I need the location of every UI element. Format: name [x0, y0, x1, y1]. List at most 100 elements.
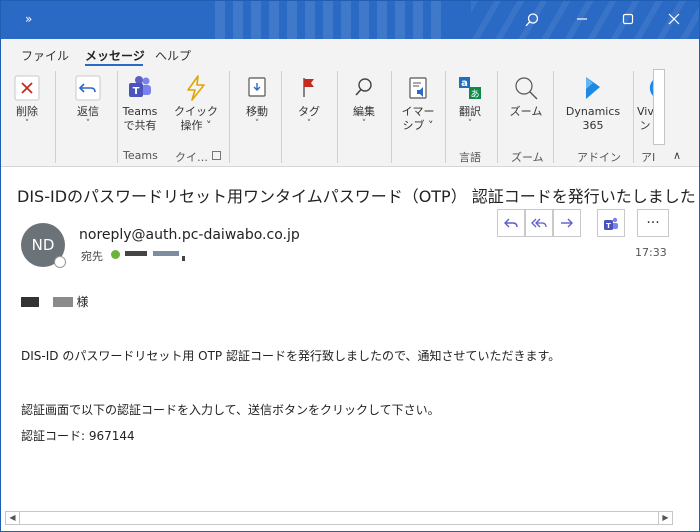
reply-label: 返信: [77, 105, 99, 118]
teams-icon: T: [604, 217, 618, 230]
sender-email[interactable]: noreply@auth.pc-daiwabo.co.jp: [79, 227, 300, 243]
immersive-reader-icon: [405, 75, 431, 101]
teams-share-label-1: Teams: [122, 105, 158, 118]
ribbon-separator: [55, 71, 56, 163]
chevron-down-icon: ˅: [85, 119, 91, 129]
ribbon-tab-bar: ファイル メッセージ ヘルプ: [1, 39, 699, 67]
viva-insights-button[interactable]: Viv ン: [637, 75, 653, 133]
recipient-name-redacted: [21, 297, 39, 307]
ribbon-separator: [229, 71, 230, 163]
tags-button[interactable]: タグ ˅: [291, 75, 327, 129]
svg-text:T: T: [133, 86, 140, 97]
close-icon[interactable]: [651, 1, 697, 39]
ribbon-separator: [497, 71, 498, 163]
dialog-launcher-icon[interactable]: [212, 151, 221, 160]
editing-button[interactable]: 編集 ˅: [341, 75, 387, 129]
forward-action-button[interactable]: [553, 209, 581, 237]
outlook-message-window: » ファイル メッセージ ヘルプ 削除 ˅ 返信 ˅ T Teams で共有 ク…: [0, 0, 700, 532]
group-label-cut: アI: [641, 151, 656, 164]
avatar-initials: ND: [31, 236, 55, 254]
ribbon-separator: [281, 71, 282, 163]
delete-label: 削除: [16, 105, 38, 118]
immersive-label-1: イマー: [401, 105, 435, 118]
teams-share-label-2: で共有: [123, 119, 157, 132]
teams-action-button[interactable]: T: [597, 209, 625, 237]
tab-file[interactable]: ファイル: [21, 47, 69, 64]
minimize-icon[interactable]: [559, 1, 605, 39]
to-label: 宛先: [81, 250, 103, 263]
viva-label-1: Viv: [637, 105, 653, 118]
reply-button[interactable]: 返信 ˅: [63, 75, 113, 129]
share-to-teams-button[interactable]: T Teams で共有: [117, 75, 163, 133]
dynamics-label-1: Dynamics: [565, 105, 621, 118]
reply-icon: [504, 218, 518, 228]
flag-icon: [296, 75, 322, 101]
group-label-quick-steps: クイ…: [175, 151, 208, 164]
recipient-name-redacted: [52, 297, 73, 307]
scroll-right-icon[interactable]: ▶: [658, 512, 672, 524]
received-time: 17:33: [635, 246, 667, 259]
title-bar-pattern: [215, 1, 445, 39]
maximize-icon[interactable]: [605, 1, 651, 39]
viva-label-2: ン: [639, 119, 651, 132]
greeting-line: 様: [21, 293, 89, 310]
teams-icon: T: [127, 75, 153, 101]
dynamics-365-button[interactable]: Dynamics 365: [557, 75, 629, 133]
ribbon-separator: [633, 71, 634, 163]
chevron-down-icon: ˅: [254, 119, 260, 129]
group-label-teams: Teams: [123, 149, 158, 162]
svg-text:T: T: [606, 222, 611, 230]
move-label: 移動: [246, 105, 268, 118]
recipient-redacted: [125, 251, 147, 256]
ribbon-separator: [337, 71, 338, 163]
more-actions-button[interactable]: ···: [637, 209, 669, 237]
horizontal-scrollbar[interactable]: ◀ ▶: [5, 511, 673, 525]
ribbon: 削除 ˅ 返信 ˅ T Teams で共有 クイック 操作 ˅ Teams クイ…: [1, 67, 699, 167]
search-icon[interactable]: [509, 1, 555, 39]
immersive-reader-button[interactable]: イマー シブ ˅: [395, 75, 441, 133]
quick-steps-button[interactable]: クイック 操作 ˅: [171, 75, 221, 133]
chevron-down-icon: ˅: [467, 119, 473, 129]
ribbon-scroll-right[interactable]: [653, 69, 665, 145]
tags-label: タグ: [298, 105, 320, 118]
svg-text:a: a: [461, 78, 468, 89]
reply-icon: [75, 75, 101, 101]
ribbon-separator: [445, 71, 446, 163]
translate-button[interactable]: aあ 翻訳 ˅: [449, 75, 491, 129]
search-icon: [351, 75, 377, 101]
title-bar: »: [1, 1, 699, 39]
avatar: ND: [21, 223, 66, 268]
tab-help[interactable]: ヘルプ: [155, 47, 191, 64]
reply-all-icon: [531, 218, 547, 228]
ribbon-separator: [391, 71, 392, 163]
move-folder-icon: [244, 75, 270, 101]
delete-button[interactable]: 削除 ˅: [11, 75, 43, 129]
chevron-down-icon: ˅: [361, 119, 367, 129]
collapse-ribbon-icon[interactable]: ∧: [673, 149, 681, 162]
dynamics-label-2: 365: [582, 119, 604, 132]
verification-code-line: 認証コード: 967144: [21, 429, 135, 443]
tab-message[interactable]: メッセージ: [85, 47, 145, 64]
recipient-redacted: [182, 256, 185, 261]
quick-access-expand-icon[interactable]: »: [25, 12, 32, 26]
quick-steps-label-2: 操作 ˅: [180, 119, 212, 132]
zoom-button[interactable]: ズーム: [503, 75, 549, 119]
chevron-down-icon: ˅: [306, 119, 312, 129]
translate-icon: aあ: [457, 75, 483, 101]
editing-label: 編集: [353, 105, 375, 118]
recipient-redacted: [153, 251, 179, 256]
move-button[interactable]: 移動 ˅: [237, 75, 277, 129]
scroll-left-icon[interactable]: ◀: [6, 512, 20, 524]
presence-available-icon: [111, 250, 120, 259]
reply-action-button[interactable]: [497, 209, 525, 237]
svg-text:あ: あ: [470, 89, 479, 100]
greeting-honorific: 様: [76, 295, 89, 309]
delete-icon: [14, 75, 40, 101]
forward-icon: [561, 218, 573, 228]
zoom-label: ズーム: [509, 105, 543, 118]
lightning-icon: [183, 75, 209, 101]
translate-label: 翻訳: [459, 105, 481, 118]
reply-all-action-button[interactable]: [525, 209, 553, 237]
group-label-addin: アドイン: [577, 151, 621, 164]
presence-status-icon: [54, 256, 66, 268]
